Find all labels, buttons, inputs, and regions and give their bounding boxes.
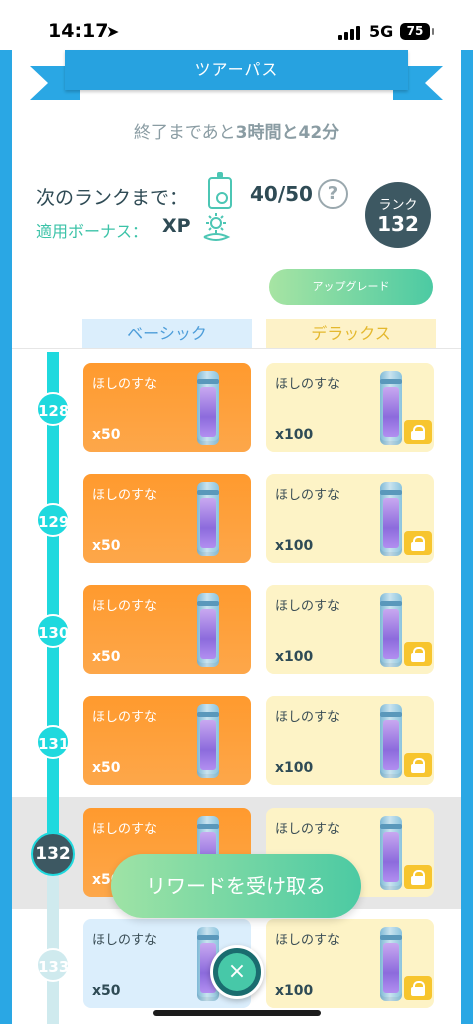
home-indicator: [153, 1010, 321, 1016]
rank-node-129: 129: [36, 503, 70, 537]
rank-badge-label: ランク: [378, 198, 418, 213]
close-button[interactable]: ×: [210, 945, 264, 999]
stardust-icon: [380, 371, 402, 445]
status-bar: 14:17 ➤ 5G 75: [0, 0, 473, 50]
reward-qty: x50: [92, 649, 121, 665]
rank-node-132-current: 132: [31, 832, 75, 876]
frame-border-right: [461, 50, 473, 1024]
ticket-icon: [208, 172, 232, 209]
bonus-value: XP: [162, 215, 191, 237]
reward-qty: x50: [92, 427, 121, 443]
reward-card-basic-128[interactable]: ほしのすな x50: [83, 363, 251, 452]
reward-name: ほしのすな: [275, 488, 341, 503]
rank-timeline: [47, 352, 59, 1024]
lock-icon: [404, 865, 432, 889]
reward-card-basic-129[interactable]: ほしのすな x50: [83, 474, 251, 563]
stardust-icon: [197, 593, 219, 667]
reward-card-deluxe-131[interactable]: ほしのすな x100: [266, 696, 434, 785]
reward-qty: x100: [275, 983, 314, 999]
reward-qty: x50: [92, 983, 121, 999]
reward-name: ほしのすな: [92, 933, 158, 948]
stardust-icon: [380, 482, 402, 556]
reward-name: ほしのすな: [92, 822, 158, 837]
timeline-upcoming: [47, 857, 59, 1024]
page-title: ツアーパス: [65, 50, 408, 90]
reward-card-deluxe-129[interactable]: ほしのすな x100: [266, 474, 434, 563]
column-header-basic: ベーシック: [82, 319, 252, 349]
rank-node-131: 131: [36, 725, 70, 759]
reward-name: ほしのすな: [275, 710, 341, 725]
rank-badge-value: 132: [377, 212, 419, 236]
countdown-value: 3時間と42分: [235, 123, 340, 143]
frame-border-left: [0, 50, 12, 1024]
claim-rewards-button[interactable]: リワードを受け取る: [111, 854, 361, 918]
countdown-prefix: 終了まであと: [133, 123, 236, 143]
reward-qty: x50: [92, 538, 121, 554]
reward-qty: x100: [275, 649, 314, 665]
next-rank-label: 次のランクまで：: [36, 187, 189, 209]
stardust-icon: [380, 593, 402, 667]
reward-name: ほしのすな: [275, 933, 341, 948]
signal-icon: [338, 24, 362, 40]
reward-card-deluxe-130[interactable]: ほしのすな x100: [266, 585, 434, 674]
current-rank-badge: ランク 132: [365, 182, 431, 248]
close-icon: ×: [218, 953, 256, 991]
reward-name: ほしのすな: [92, 599, 158, 614]
stardust-icon: [197, 704, 219, 778]
lock-icon: [404, 420, 432, 444]
reward-qty: x100: [275, 538, 314, 554]
stardust-icon: [380, 704, 402, 778]
bonus-label: 適用ボーナス：: [36, 222, 149, 241]
status-time: 14:17: [48, 20, 109, 42]
reward-card-deluxe-133[interactable]: ほしのすな x100: [266, 919, 434, 1008]
stardust-icon: [380, 816, 402, 890]
reward-name: ほしのすな: [275, 822, 341, 837]
reward-card-basic-130[interactable]: ほしのすな x50: [83, 585, 251, 674]
lock-icon: [404, 531, 432, 555]
title-ribbon: ツアーパス: [30, 50, 443, 100]
column-header-deluxe: デラックス: [266, 319, 436, 349]
stardust-icon: [380, 927, 402, 1001]
upgrade-button[interactable]: アップグレード: [269, 269, 433, 305]
countdown-text: 終了まであと3時間と42分: [0, 118, 473, 143]
rank-node-130: 130: [36, 614, 70, 648]
help-icon[interactable]: ?: [318, 179, 348, 209]
rank-node-128: 128: [36, 392, 70, 426]
reward-name: ほしのすな: [92, 488, 158, 503]
reward-qty: x50: [92, 760, 121, 776]
lock-icon: [404, 642, 432, 666]
rank-progress: 40/50: [250, 182, 313, 206]
rank-node-133: 133: [36, 948, 70, 982]
reward-name: ほしのすな: [92, 377, 158, 392]
xp-burst-icon: [203, 213, 231, 241]
reward-card-deluxe-128[interactable]: ほしのすな x100: [266, 363, 434, 452]
reward-qty: x100: [275, 427, 314, 443]
reward-name: ほしのすな: [275, 599, 341, 614]
network-type: 5G: [369, 22, 394, 41]
reward-name: ほしのすな: [92, 710, 158, 725]
reward-qty: x100: [275, 760, 314, 776]
lock-icon: [404, 976, 432, 1000]
stardust-icon: [197, 482, 219, 556]
reward-card-basic-131[interactable]: ほしのすな x50: [83, 696, 251, 785]
divider: [12, 348, 461, 349]
reward-name: ほしのすな: [275, 377, 341, 392]
location-arrow-icon: ➤: [106, 22, 120, 41]
stardust-icon: [197, 371, 219, 445]
battery-icon: 75: [400, 23, 434, 40]
lock-icon: [404, 753, 432, 777]
